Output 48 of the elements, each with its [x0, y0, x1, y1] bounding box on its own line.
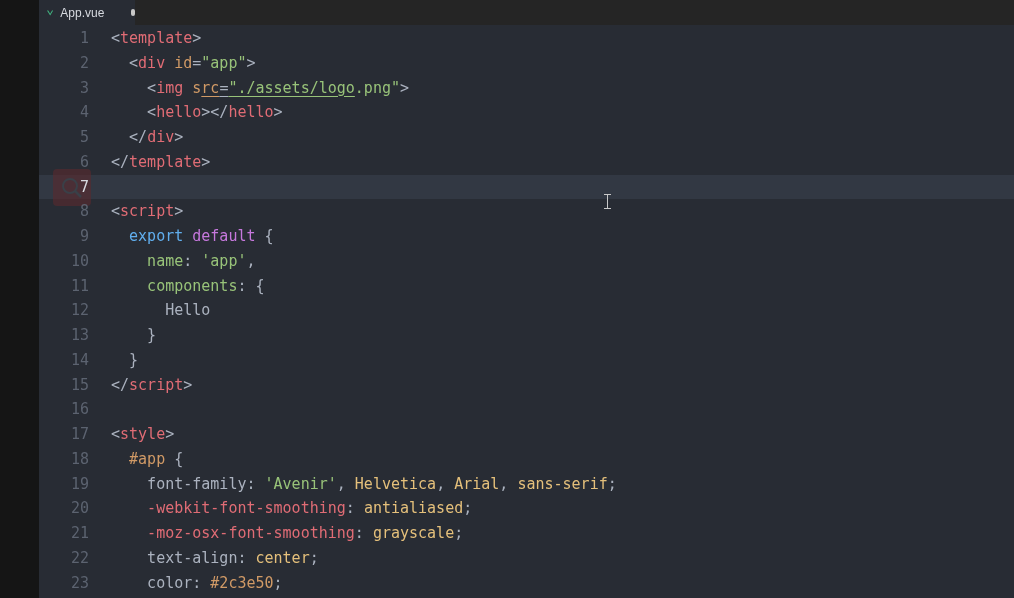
- line-number: 1: [79, 29, 89, 48]
- line-number: 12: [70, 301, 89, 320]
- code-line: #app {: [128, 448, 184, 470]
- line-number: 17: [70, 425, 89, 444]
- text-cursor-icon: [604, 194, 611, 209]
- code-line: <style>: [111, 424, 175, 446]
- line-number: 8: [79, 202, 89, 221]
- code-line: </script>: [111, 374, 193, 396]
- line-number: 20: [70, 499, 89, 518]
- line-number: 23: [70, 573, 89, 592]
- code-line: -moz-osx-font-smoothing: grayscale;: [146, 523, 464, 545]
- vue-logo-icon: [47, 7, 54, 18]
- code-line: export default {: [128, 226, 274, 248]
- line-number: 19: [70, 474, 89, 493]
- line-number: 18: [70, 449, 89, 468]
- line-number: 6: [79, 152, 89, 171]
- line-number: 9: [79, 227, 89, 246]
- line-number: 7: [79, 177, 89, 196]
- code-line: <template>: [111, 28, 202, 50]
- code-line: font-family: 'Avenir', Helvetica, Arial, sans-serif;: [146, 473, 617, 495]
- line-number: 16: [70, 400, 89, 419]
- line-number: 15: [70, 375, 89, 394]
- line-number: 10: [70, 251, 89, 270]
- code-line: <hello></hello>: [146, 102, 283, 124]
- code-line: }: [128, 349, 139, 371]
- code-line: name: 'app',: [146, 250, 256, 272]
- code-line: text-align: center;: [146, 547, 319, 569]
- code-line: -webkit-font-smoothing: antialiased;: [146, 498, 473, 520]
- line-number: 14: [70, 350, 89, 369]
- code-line: <script>: [111, 201, 184, 223]
- code-line: <img s rc="./assets/logo.png">: [146, 77, 410, 99]
- file-tab[interactable]: App.vue: [39, 0, 135, 25]
- code-line: </div>: [128, 127, 184, 149]
- line-number: 2: [79, 53, 89, 72]
- line-number: 11: [70, 276, 89, 295]
- line-number: 3: [79, 78, 89, 97]
- code-line: Hello: [164, 300, 211, 322]
- line-number: 4: [79, 103, 89, 122]
- code-line: components: {: [146, 275, 265, 297]
- find-button[interactable]: [53, 169, 91, 206]
- code-line: color: #2c3e50;: [146, 572, 283, 594]
- line-number: 21: [70, 524, 89, 543]
- line-number: 13: [70, 326, 89, 345]
- line-number: 5: [79, 128, 89, 147]
- code-line: <div id="app">: [128, 52, 256, 74]
- line-number: 22: [70, 548, 89, 567]
- code-line: </template>: [111, 151, 211, 173]
- code-line: }: [146, 325, 157, 347]
